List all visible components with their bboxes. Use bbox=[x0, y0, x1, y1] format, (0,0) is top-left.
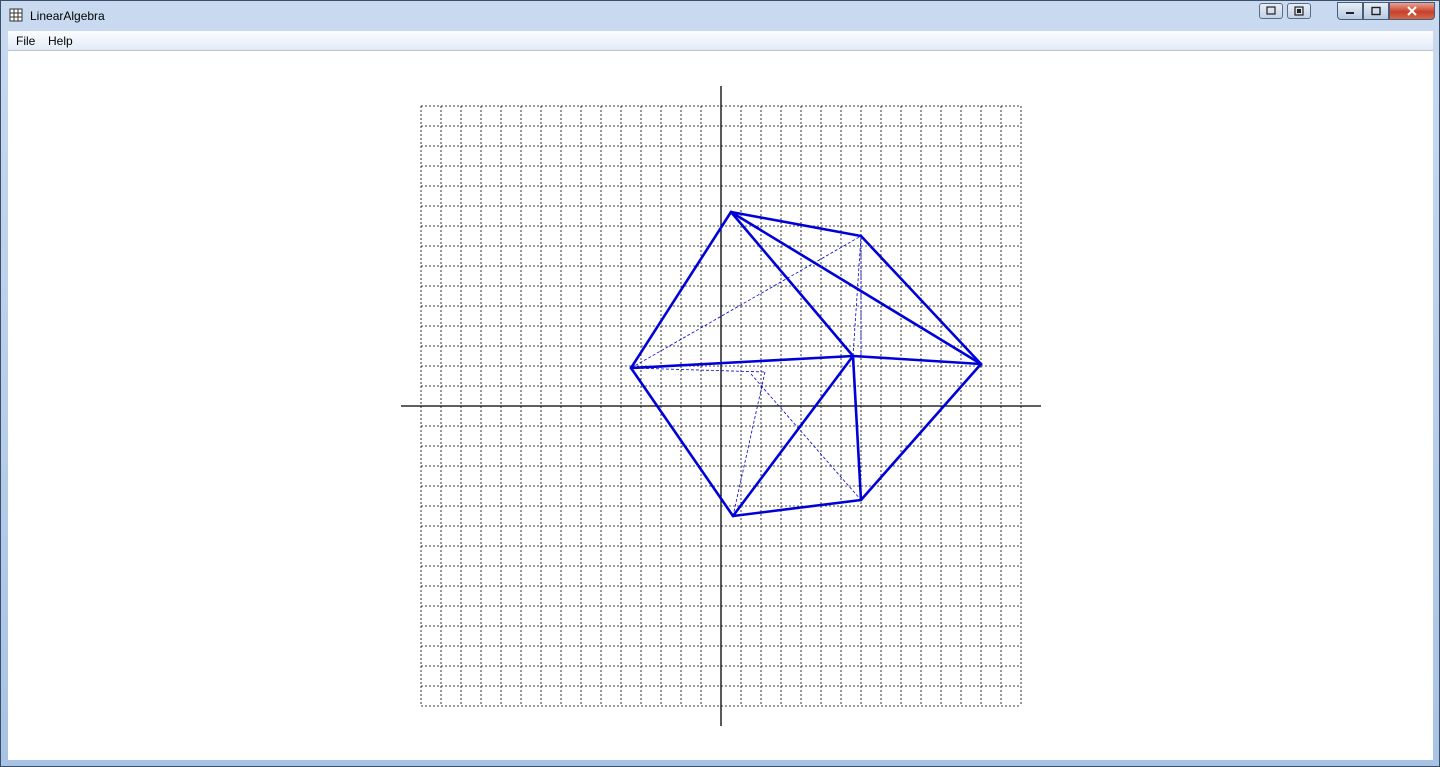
caption-buttons bbox=[1337, 2, 1435, 21]
polygon-drawing bbox=[629, 210, 983, 518]
construction-line bbox=[852, 235, 862, 357]
app-window: LinearAlgebra File Help bbox=[0, 0, 1440, 767]
hexagon-edge bbox=[731, 498, 863, 518]
inner-edge bbox=[729, 210, 855, 358]
maximize-icon bbox=[1371, 6, 1381, 16]
inner-edge bbox=[851, 354, 863, 502]
menu-file[interactable]: File bbox=[15, 33, 36, 49]
restore-alt-button[interactable] bbox=[1259, 3, 1283, 19]
menu-bar: File Help bbox=[8, 31, 1433, 51]
minimize-button[interactable] bbox=[1337, 2, 1363, 20]
hexagon-edge bbox=[629, 366, 735, 518]
title-bar[interactable]: LinearAlgebra bbox=[1, 1, 1439, 31]
close-icon bbox=[1407, 6, 1417, 16]
construction-line bbox=[630, 367, 766, 373]
pin-button[interactable] bbox=[1287, 3, 1311, 19]
minimize-icon bbox=[1346, 12, 1354, 14]
menu-help[interactable]: Help bbox=[47, 33, 74, 49]
drawing-canvas-area[interactable] bbox=[8, 51, 1433, 760]
close-button[interactable] bbox=[1389, 2, 1435, 20]
plot-canvas[interactable] bbox=[8, 51, 1433, 760]
construction-line bbox=[630, 235, 862, 369]
pin-icon bbox=[1294, 6, 1304, 16]
construction-line bbox=[750, 373, 862, 501]
window-title: LinearAlgebra bbox=[30, 9, 105, 23]
grid-app-icon bbox=[9, 8, 23, 22]
inner-edge bbox=[851, 354, 983, 366]
maximize-button[interactable] bbox=[1363, 2, 1389, 20]
restore-icon bbox=[1266, 6, 1276, 15]
